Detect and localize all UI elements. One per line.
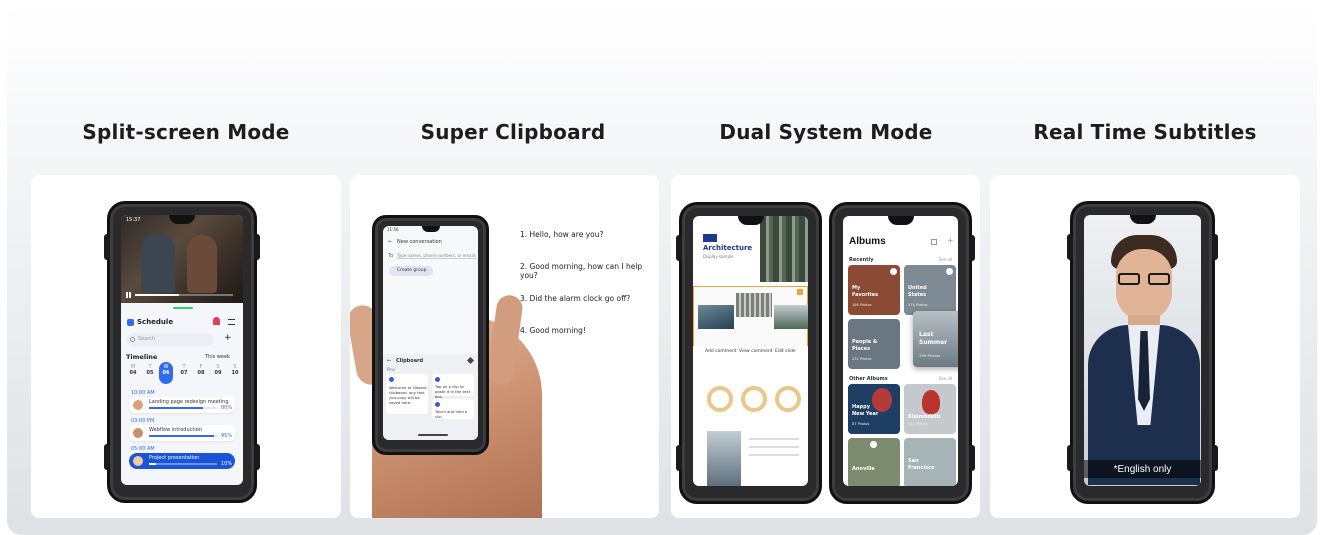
see-all-link[interactable]: See all [939,257,952,262]
event-time: 03:00 PM [131,418,155,424]
phone-device: 15:37 Schedule Search + Timeline This we… [104,201,260,503]
pin-icon [435,402,440,407]
album-tile-highlighted[interactable]: Last Summer 296 Photos [913,311,958,367]
feature-title-dual-system: Dual System Mode [719,120,933,144]
menu-icon[interactable] [228,319,235,325]
conversation-line: 3. Did the alarm clock go off? [520,294,631,303]
subtitle-caption: *English only [1113,464,1172,475]
avatar [133,400,143,410]
clipboard-panel: ← Clipboard Pins Welcome to Gboard clipb… [383,354,478,440]
heart-icon[interactable] [946,268,953,275]
back-arrow-icon[interactable]: ← [388,239,392,245]
album-tile[interactable]: United States 274 Photos [904,265,956,315]
create-group-button[interactable]: Create group [389,266,433,276]
day-cell[interactable]: S 09 [210,364,226,376]
video-progress-bar[interactable] [135,294,233,296]
search-input[interactable]: Search [126,333,214,346]
donut-chart [707,386,733,412]
building-image [707,431,741,486]
add-button[interactable]: + [224,333,232,343]
phone-device: *English only [1067,201,1218,504]
conversation-line: 2. Good morning, how can I help you? [520,262,643,280]
close-icon[interactable] [797,289,803,295]
event-time: 10:00 AM [131,390,155,396]
dual-system-card: Architecture Display sample Add comment … [671,175,980,518]
event-card[interactable]: Landing page redesign meeting 80% [129,397,235,413]
event-progress [149,463,217,465]
play-pause-icon[interactable] [126,292,131,298]
edit-icon[interactable] [466,356,475,365]
back-arrow-icon[interactable]: ← [387,358,391,364]
doc-logo [703,234,717,242]
day-cell[interactable]: T 05 [142,364,158,376]
avatar [133,456,143,466]
day-cell[interactable]: F 08 [193,364,209,376]
day-strip: M 04 T 05 W 06 T 07 F 08 S 09 S 10 [125,362,243,384]
range-select[interactable]: This week [205,354,230,360]
clip-item[interactable]: Touch and hold a clip [432,399,474,419]
view-comment-button[interactable]: View comment [739,349,773,354]
slide-action-bar: Add comment View comment Edit slide [693,346,808,358]
heart-icon[interactable] [890,268,897,275]
feature-title-super-clipboard: Super Clipboard [420,120,606,144]
event-card[interactable]: Webflow introduction 95% [129,425,235,441]
album-tile[interactable]: Happy New Year 87 Photos [848,384,900,434]
glasses [1118,273,1170,285]
conversation-line: 4. Good morning! [520,326,586,335]
avatar [133,428,143,438]
heart-icon[interactable] [870,441,877,448]
video-call-screen: *English only [1084,215,1201,486]
conversation-header: New conversation [397,239,442,245]
clipboard-title: Clipboard [396,358,424,364]
phone-device-albums: Albums + Recently See all My Favorites 1… [829,202,975,504]
album-tile[interactable]: My Favorites 186 Photos [848,265,900,315]
phone-device-documents: Architecture Display sample Add comment … [676,202,822,504]
grid-icon[interactable] [931,239,937,245]
event-progress [149,435,217,437]
search-icon [130,337,135,342]
add-icon[interactable]: + [947,236,954,245]
phone-device: 11:56 ← New conversation To Type names, … [372,215,489,455]
clip-item[interactable]: Tap on a clip to paste it in the text bo… [432,374,474,399]
doc-title: Architecture [703,244,753,252]
feature-title-real-time-subtitles: Real Time Subtitles [1033,120,1257,144]
event-time: 05:00 AM [131,446,155,452]
feature-title-split-screen: Split-screen Mode [82,120,290,144]
timeline-label: Timeline [126,353,158,361]
event-progress [149,407,217,409]
recipient-input[interactable]: Type names, phone numbers, or emails [397,253,477,259]
add-comment-button[interactable]: Add comment [705,349,737,354]
edit-slide-button[interactable]: Edit slide [775,349,796,354]
person-silhouette-left [141,233,175,293]
album-tile[interactable]: Annville [848,438,900,486]
day-cell[interactable]: M 04 [125,364,141,376]
conversation-line: 1. Hello, how are you? [520,230,604,239]
day-cell-selected[interactable]: W 06 [159,362,173,384]
clip-item[interactable]: Welcome to Gboard clipboard. any text yo… [386,374,428,414]
doc-cover-image [760,216,808,282]
person-silhouette-right [187,235,217,293]
album-tile[interactable]: San Francisco [904,438,956,486]
day-cell[interactable]: T 07 [176,364,192,376]
day-cell[interactable]: S 10 [227,364,243,376]
split-screen-card: 15:37 Schedule Search + Timeline This we… [31,175,341,518]
schedule-icon [127,319,134,326]
caller-video [1084,215,1201,486]
pin-icon [435,377,440,382]
albums-title: Albums [849,236,886,247]
real-time-subtitles-card: *English only [990,175,1300,518]
album-tile[interactable]: Kleinmouth 252 Photos [904,384,956,434]
pin-icon [389,377,394,382]
schedule-title: Schedule [137,318,174,326]
event-card-active[interactable]: Project presentation 10% [129,453,235,469]
bell-icon[interactable] [213,317,220,325]
super-clipboard-card: 11:56 ← New conversation To Type names, … [350,175,659,518]
see-all-link[interactable]: See all [939,376,952,381]
album-tile[interactable]: People & Places 232 Photos [848,319,900,369]
video-player[interactable]: 15:37 [121,215,243,303]
donut-chart [741,386,767,412]
donut-chart [775,386,801,412]
